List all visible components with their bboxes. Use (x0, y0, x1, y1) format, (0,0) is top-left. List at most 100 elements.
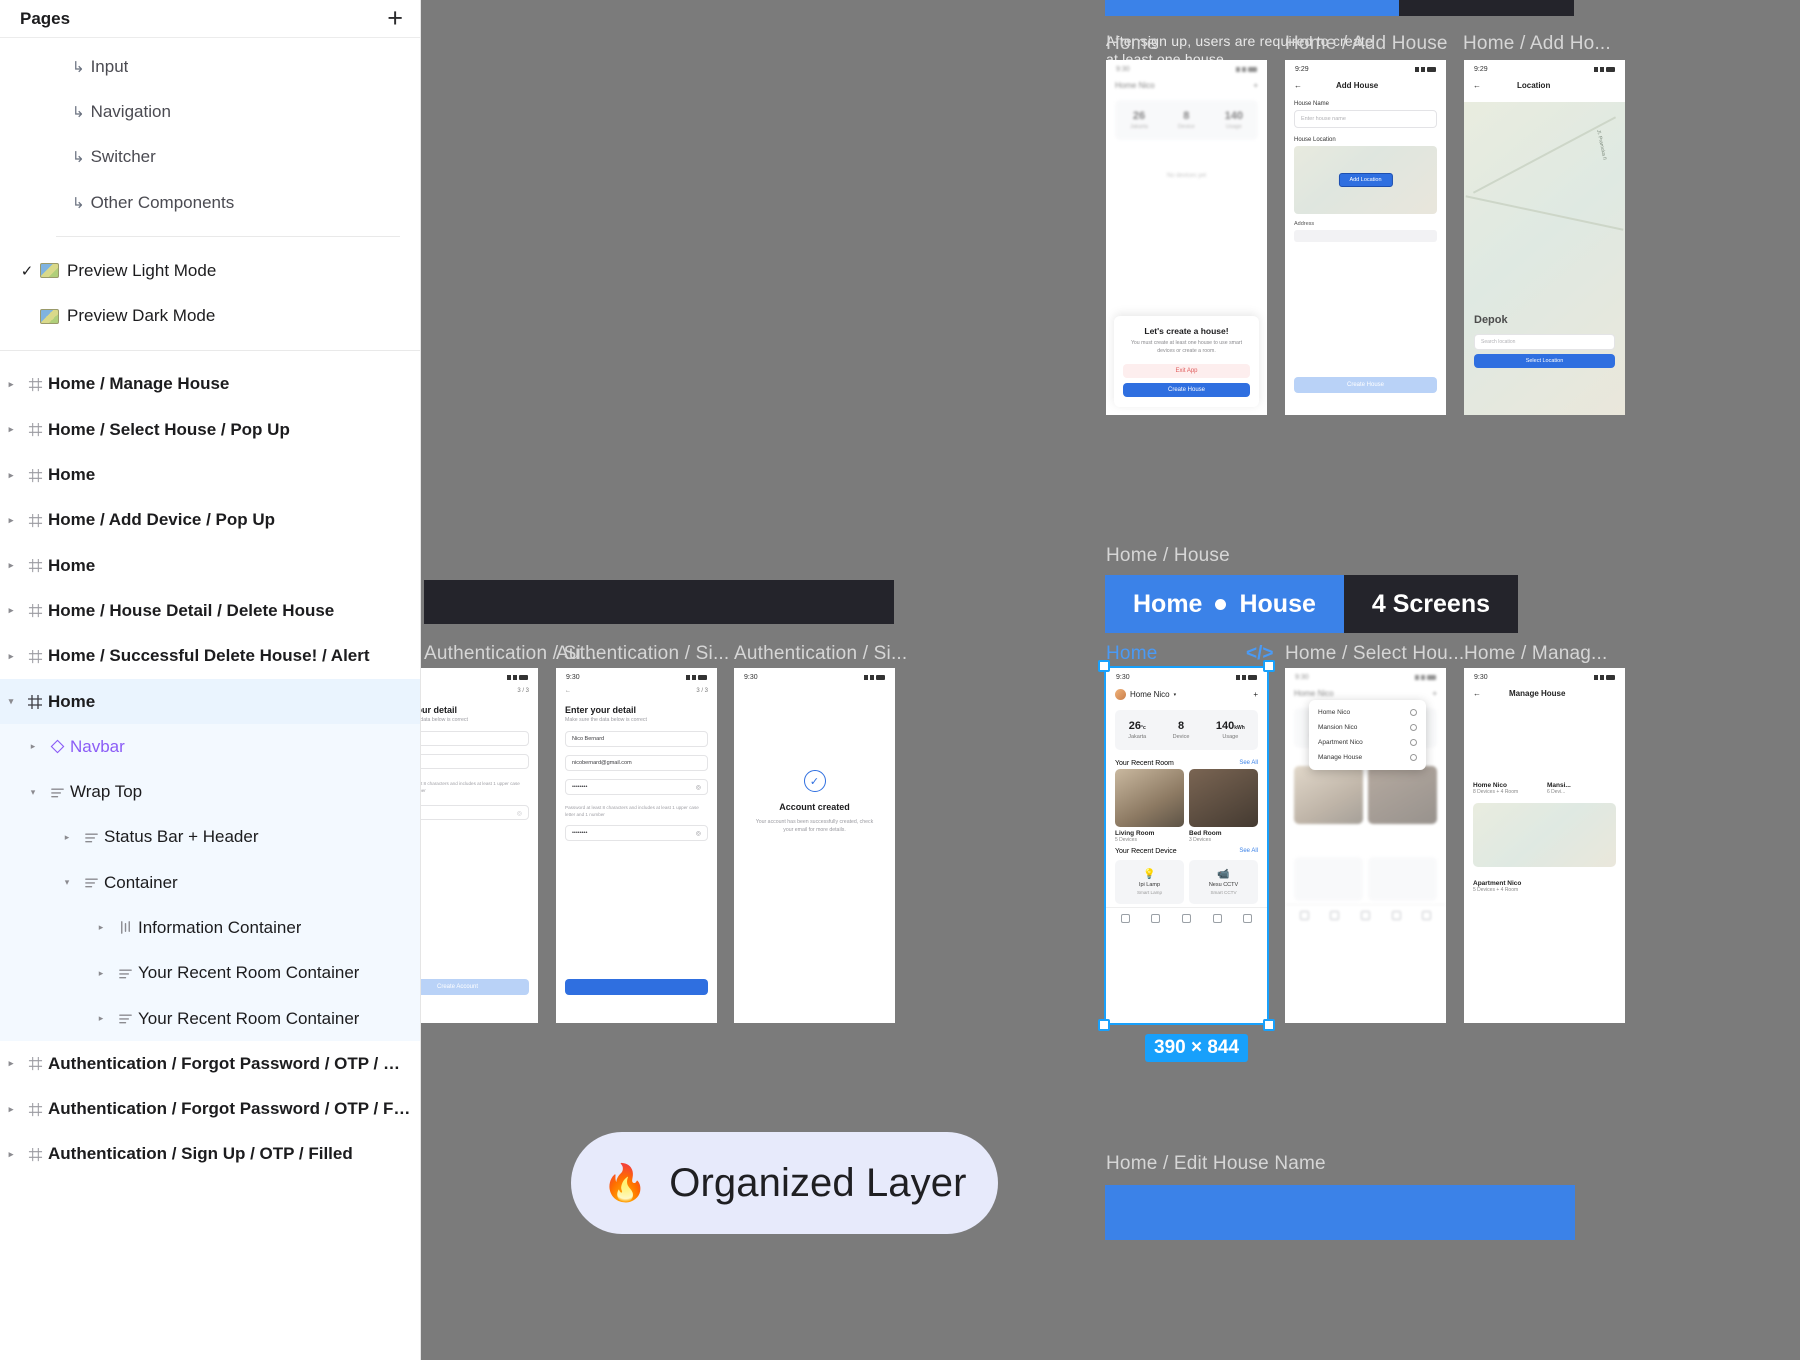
disclosure-caret-icon[interactable] (90, 922, 112, 933)
layer-row-successful-delete-alert[interactable]: Home / Successful Delete House! / Alert (0, 634, 420, 679)
artboard-home-selected[interactable]: 9:30 Home Nico ▾ + 26°c Jakarta 8 Device 1… (1106, 668, 1267, 1023)
frame-label-manage-house[interactable]: Home / Manag... (1464, 643, 1607, 665)
artboard-create-house[interactable]: 9:30 Home Nico + 26 Jakarta 8 Device 140 Usa… (1106, 60, 1267, 415)
artboard-select-house[interactable]: 9:30 Home Nico+ 26Jakarta8Device140Usage… (1285, 668, 1446, 1023)
add-page-button[interactable]: + (387, 5, 403, 32)
layer-row-house-detail-delete[interactable]: Home / House Detail / Delete House (0, 588, 420, 633)
disclosure-caret-icon[interactable] (90, 968, 112, 979)
layer-row-information-container[interactable]: Information Container (0, 905, 420, 951)
chevron-down-icon[interactable]: ▾ (1174, 692, 1177, 698)
section-tabbar-edit-house[interactable] (1105, 1185, 1575, 1240)
selection-handle-bl[interactable] (1098, 1019, 1110, 1031)
selection-handle-tl[interactable] (1098, 660, 1110, 672)
frame-label-auth-3[interactable]: Authentication / Si... (734, 643, 907, 665)
page-item-switcher[interactable]: ↳ Switcher (0, 135, 420, 180)
artboard-add-house[interactable]: 9:29 ← Add House House Name Enter house … (1285, 60, 1446, 415)
frame-label-home-top[interactable]: Home (1106, 33, 1157, 55)
disclosure-caret-icon[interactable] (0, 1149, 22, 1160)
see-all-link[interactable]: See All (1239, 848, 1258, 855)
nav-room-icon[interactable] (1151, 914, 1161, 923)
eye-icon[interactable]: ◎ (696, 784, 701, 791)
select-location-button[interactable]: Select Location (1474, 354, 1615, 368)
location-search-input[interactable]: Search location (1474, 334, 1615, 350)
layer-row-home-2[interactable]: Home (0, 543, 420, 588)
create-account-button[interactable] (565, 979, 708, 995)
name-input[interactable]: Nico Bernard (565, 731, 708, 747)
frame-label-add-house[interactable]: Home / Add House (1285, 33, 1448, 55)
tab-home-house[interactable]: Home House (1105, 575, 1344, 633)
map-preview-2[interactable] (1473, 803, 1616, 867)
see-all-link[interactable]: See All (1239, 760, 1258, 767)
map-canvas[interactable]: Jl. Pramuka II Depok Search location Sel… (1464, 102, 1625, 415)
room-image[interactable] (1115, 769, 1184, 827)
disclosure-caret-icon[interactable] (0, 1104, 22, 1115)
popup-option[interactable]: Apartment Nico (1309, 735, 1426, 750)
popup-option[interactable]: Mansion Nico (1309, 720, 1426, 735)
map-preview[interactable] (1473, 708, 1616, 772)
radio-icon[interactable] (1410, 709, 1417, 716)
artboard-account-created[interactable]: 9:30 ✓ Account created Your account has … (734, 668, 895, 1023)
layer-row-your-recent-room-container-2[interactable]: Your Recent Room Container (0, 995, 420, 1042)
disclosure-caret-icon[interactable] (56, 877, 78, 888)
house-name-input[interactable]: Enter house name (1294, 110, 1437, 128)
popup-option[interactable]: Manage House (1309, 750, 1426, 765)
layer-row-status-bar-header[interactable]: Status Bar + Header (0, 814, 420, 861)
select-house-popup[interactable]: Home Nico Mansion Nico Apartment Nico Ma… (1309, 700, 1426, 770)
add-location-button[interactable]: Add Location (1338, 173, 1393, 187)
device-card[interactable]: 💡 Ipi Lamp Smart Lamp (1115, 860, 1184, 904)
tab-home-add-house[interactable]: Home Add House (1105, 0, 1400, 16)
page-item-input[interactable]: ↳ Input (0, 44, 420, 89)
device-card[interactable]: 📹 Nesu CCTV Smart CCTV (1189, 860, 1258, 904)
artboard-auth-detail-2[interactable]: 9:30 ← 3 / 3 Enter your detail Make sure… (556, 668, 717, 1023)
disclosure-caret-icon[interactable] (0, 696, 22, 707)
back-arrow-icon[interactable]: ← (1473, 689, 1481, 698)
tab-screen-count-7[interactable]: 7 Screens (1399, 0, 1574, 16)
layer-row-signup-otp-filled[interactable]: Authentication / Sign Up / OTP / Filled (0, 1132, 420, 1177)
layers-list[interactable]: ↳ Input ↳ Navigation ↳ Switcher ↳ Other … (0, 38, 420, 1360)
nav-home-icon[interactable] (1120, 914, 1130, 923)
eye-icon[interactable]: ◎ (696, 830, 701, 837)
layer-row-home-selected[interactable]: Home (0, 678, 420, 725)
radio-icon[interactable] (1410, 739, 1417, 746)
back-arrow-icon[interactable]: ← (1294, 81, 1302, 90)
nav-profile-icon[interactable] (1243, 914, 1253, 923)
disclosure-caret-icon[interactable] (0, 424, 22, 435)
avatar[interactable] (1115, 689, 1126, 700)
disclosure-caret-icon[interactable] (0, 560, 22, 571)
layer-row-manage-house[interactable]: Home / Manage House (0, 362, 420, 407)
frame-label-select-house[interactable]: Home / Select Hou... (1285, 643, 1464, 665)
layer-row-navbar[interactable]: Navbar (0, 724, 420, 770)
page-item-preview-dark-mode[interactable]: Preview Dark Mode (0, 293, 420, 338)
password-input[interactable]: •••••••• ◎ (565, 779, 708, 795)
page-item-other-components[interactable]: ↳ Other Components (0, 180, 420, 225)
frame-label-auth-2[interactable]: Authentication / Si... (556, 643, 729, 665)
disclosure-caret-icon[interactable] (0, 605, 22, 616)
disclosure-caret-icon[interactable] (0, 515, 22, 526)
layer-row-home-1[interactable]: Home (0, 452, 420, 497)
frame-label-home-selected[interactable]: Home (1106, 643, 1157, 665)
layer-row-container[interactable]: Container (0, 860, 420, 906)
map-preview[interactable]: Add Location (1294, 146, 1437, 214)
frame-label-add-house-2[interactable]: Home / Add Ho... (1463, 33, 1611, 55)
back-arrow-icon[interactable]: ← (1473, 81, 1481, 90)
disclosure-caret-icon[interactable] (0, 470, 22, 481)
popup-option[interactable]: Home Nico (1309, 705, 1426, 720)
nav-device-icon[interactable] (1181, 914, 1191, 923)
eye-icon[interactable]: ◎ (517, 810, 522, 817)
layer-row-forgot-password-otp-wrong[interactable]: Authentication / Forgot Password / OTP /… (0, 1041, 420, 1086)
create-house-button[interactable]: Create House (1123, 383, 1250, 397)
room-image[interactable] (1189, 769, 1258, 827)
disclosure-caret-icon[interactable] (56, 832, 78, 843)
disclosure-caret-icon[interactable] (22, 741, 44, 752)
nav-scene-icon[interactable] (1212, 914, 1222, 923)
disclosure-caret-icon[interactable] (22, 787, 44, 798)
selection-handle-br[interactable] (1263, 1019, 1275, 1031)
layer-row-select-house-popup[interactable]: Home / Select House / Pop Up (0, 407, 420, 452)
artboard-location[interactable]: 9:29 ← Location Jl. Pramuka II Depok Sea… (1464, 60, 1625, 415)
layer-row-your-recent-room-container-1[interactable]: Your Recent Room Container (0, 950, 420, 996)
disclosure-caret-icon[interactable] (0, 1058, 22, 1069)
disclosure-caret-icon[interactable] (0, 379, 22, 390)
page-item-preview-light-mode[interactable]: ✓ Preview Light Mode (0, 248, 420, 293)
radio-icon[interactable] (1410, 724, 1417, 731)
confirm-password-input[interactable]: •••••••• ◎ (565, 824, 708, 841)
